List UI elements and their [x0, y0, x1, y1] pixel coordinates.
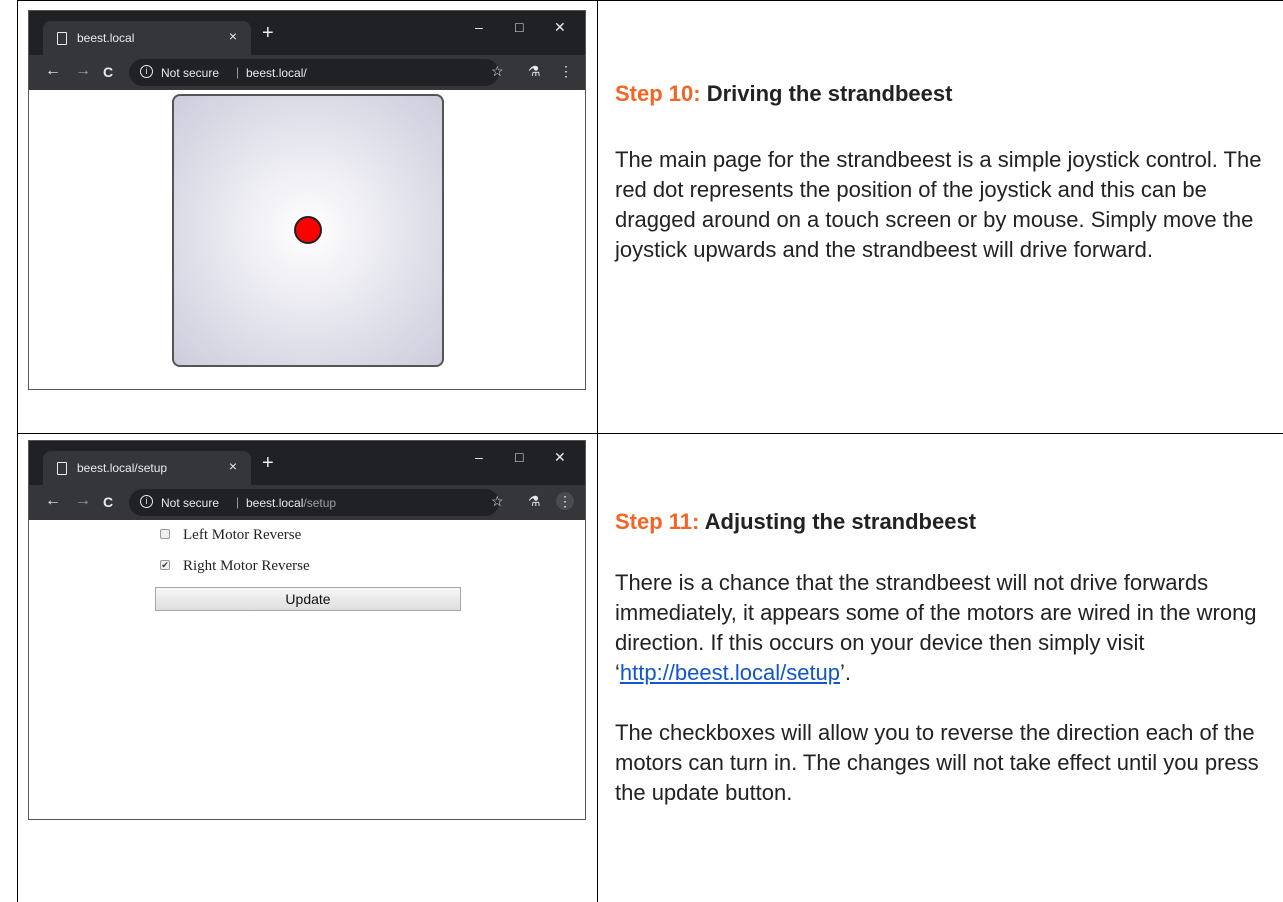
table-row-divider — [17, 433, 1283, 434]
minimize-icon[interactable]: – — [475, 19, 483, 35]
browser-window-joystick: beest.local × + – □ ✕ ← → C i Not secure… — [28, 10, 586, 390]
url-text: beest.local/ — [246, 66, 307, 80]
browser-chrome: beest.local/setup × + – □ ✕ ← → C i Not … — [29, 441, 585, 520]
page-content-joystick — [35, 90, 579, 383]
browser-chrome: beest.local × + – □ ✕ ← → C i Not secure… — [29, 11, 585, 90]
menu-icon[interactable]: ⋮ — [556, 492, 574, 510]
page-content-setup: Left Motor Reverse ✔ Right Motor Reverse… — [35, 520, 579, 813]
step10-title: Driving the strandbeest — [700, 81, 953, 106]
star-icon[interactable]: ☆ — [491, 493, 504, 510]
back-icon[interactable]: ← — [45, 492, 61, 510]
info-icon[interactable]: i — [140, 65, 153, 78]
page-icon — [57, 462, 67, 475]
forward-icon[interactable]: → — [75, 62, 91, 80]
new-tab-icon[interactable]: + — [262, 453, 274, 473]
step10-number: Step 10: — [615, 81, 701, 106]
table-border-left — [17, 0, 18, 902]
step11-paragraph-2: The checkboxes will allow you to reverse… — [615, 720, 1259, 805]
menu-icon[interactable]: ⋮ — [559, 63, 573, 80]
tab-beest-local-setup[interactable]: beest.local/setup × — [43, 451, 251, 485]
step11-number: Step 11: — [615, 509, 700, 534]
browser-toolbar: ← → C i Not secure | beest.local/ ☆ ⚗ ⋮ — [29, 55, 585, 90]
info-icon[interactable]: i — [140, 495, 153, 508]
not-secure-label: Not secure — [161, 66, 220, 80]
step10-body: The main page for the strandbeest is a s… — [615, 145, 1275, 295]
update-button[interactable]: Update — [155, 587, 461, 611]
step11-paragraph-1: There is a chance that the strandbeest w… — [615, 570, 1257, 685]
incognito-icon[interactable]: ⚗ — [528, 493, 541, 510]
url-text: beest.local/setup — [246, 496, 337, 510]
tab-bar: beest.local × + – □ ✕ — [29, 11, 585, 55]
address-bar[interactable]: i Not secure | beest.local/setup — [129, 489, 499, 516]
address-bar[interactable]: i Not secure | beest.local/ — [129, 59, 499, 86]
forward-icon[interactable]: → — [75, 492, 91, 510]
maximize-icon[interactable]: □ — [515, 449, 523, 465]
minimize-icon[interactable]: – — [475, 449, 483, 465]
page-icon — [57, 32, 67, 45]
right-motor-checkbox[interactable]: ✔ — [160, 560, 170, 570]
step11-title: Adjusting the strandbeest — [699, 509, 977, 534]
joystick-pad[interactable] — [172, 94, 444, 367]
step10-heading: Step 10: Driving the strandbeest — [615, 81, 952, 107]
window-close-icon[interactable]: ✕ — [554, 19, 566, 36]
step10-paragraph: The main page for the strandbeest is a s… — [615, 147, 1262, 262]
joystick-dot[interactable] — [294, 216, 322, 244]
url-separator: | — [236, 65, 240, 79]
window-close-icon[interactable]: ✕ — [554, 449, 566, 466]
tab-beest-local[interactable]: beest.local × — [43, 21, 251, 55]
document-table: beest.local × + – □ ✕ ← → C i Not secure… — [0, 0, 1283, 902]
back-icon[interactable]: ← — [45, 62, 61, 80]
incognito-icon[interactable]: ⚗ — [528, 63, 541, 80]
tab-title: beest.local — [77, 31, 135, 45]
table-border-top — [17, 0, 1283, 1]
step11-body: There is a chance that the strandbeest w… — [615, 568, 1280, 838]
not-secure-label: Not secure — [161, 496, 220, 510]
star-icon[interactable]: ☆ — [491, 63, 504, 80]
tab-close-icon[interactable]: × — [229, 28, 237, 44]
browser-window-setup: beest.local/setup × + – □ ✕ ← → C i Not … — [28, 440, 586, 820]
left-motor-label: Left Motor Reverse — [183, 527, 302, 543]
browser-toolbar: ← → C i Not secure | beest.local/setup ☆… — [29, 485, 585, 520]
table-column-divider — [597, 0, 598, 902]
new-tab-icon[interactable]: + — [262, 23, 274, 43]
reload-icon[interactable]: C — [103, 494, 113, 510]
tab-title: beest.local/setup — [77, 461, 168, 475]
right-motor-label: Right Motor Reverse — [183, 558, 310, 574]
tab-close-icon[interactable]: × — [229, 458, 237, 474]
reload-icon[interactable]: C — [103, 64, 113, 80]
url-separator: | — [236, 495, 240, 509]
maximize-icon[interactable]: □ — [515, 19, 523, 35]
setup-link[interactable]: http://beest.local/setup — [620, 660, 840, 685]
left-motor-checkbox[interactable] — [160, 529, 170, 539]
step11-heading: Step 11: Adjusting the strandbeest — [615, 509, 976, 535]
tab-bar: beest.local/setup × + – □ ✕ — [29, 441, 585, 485]
